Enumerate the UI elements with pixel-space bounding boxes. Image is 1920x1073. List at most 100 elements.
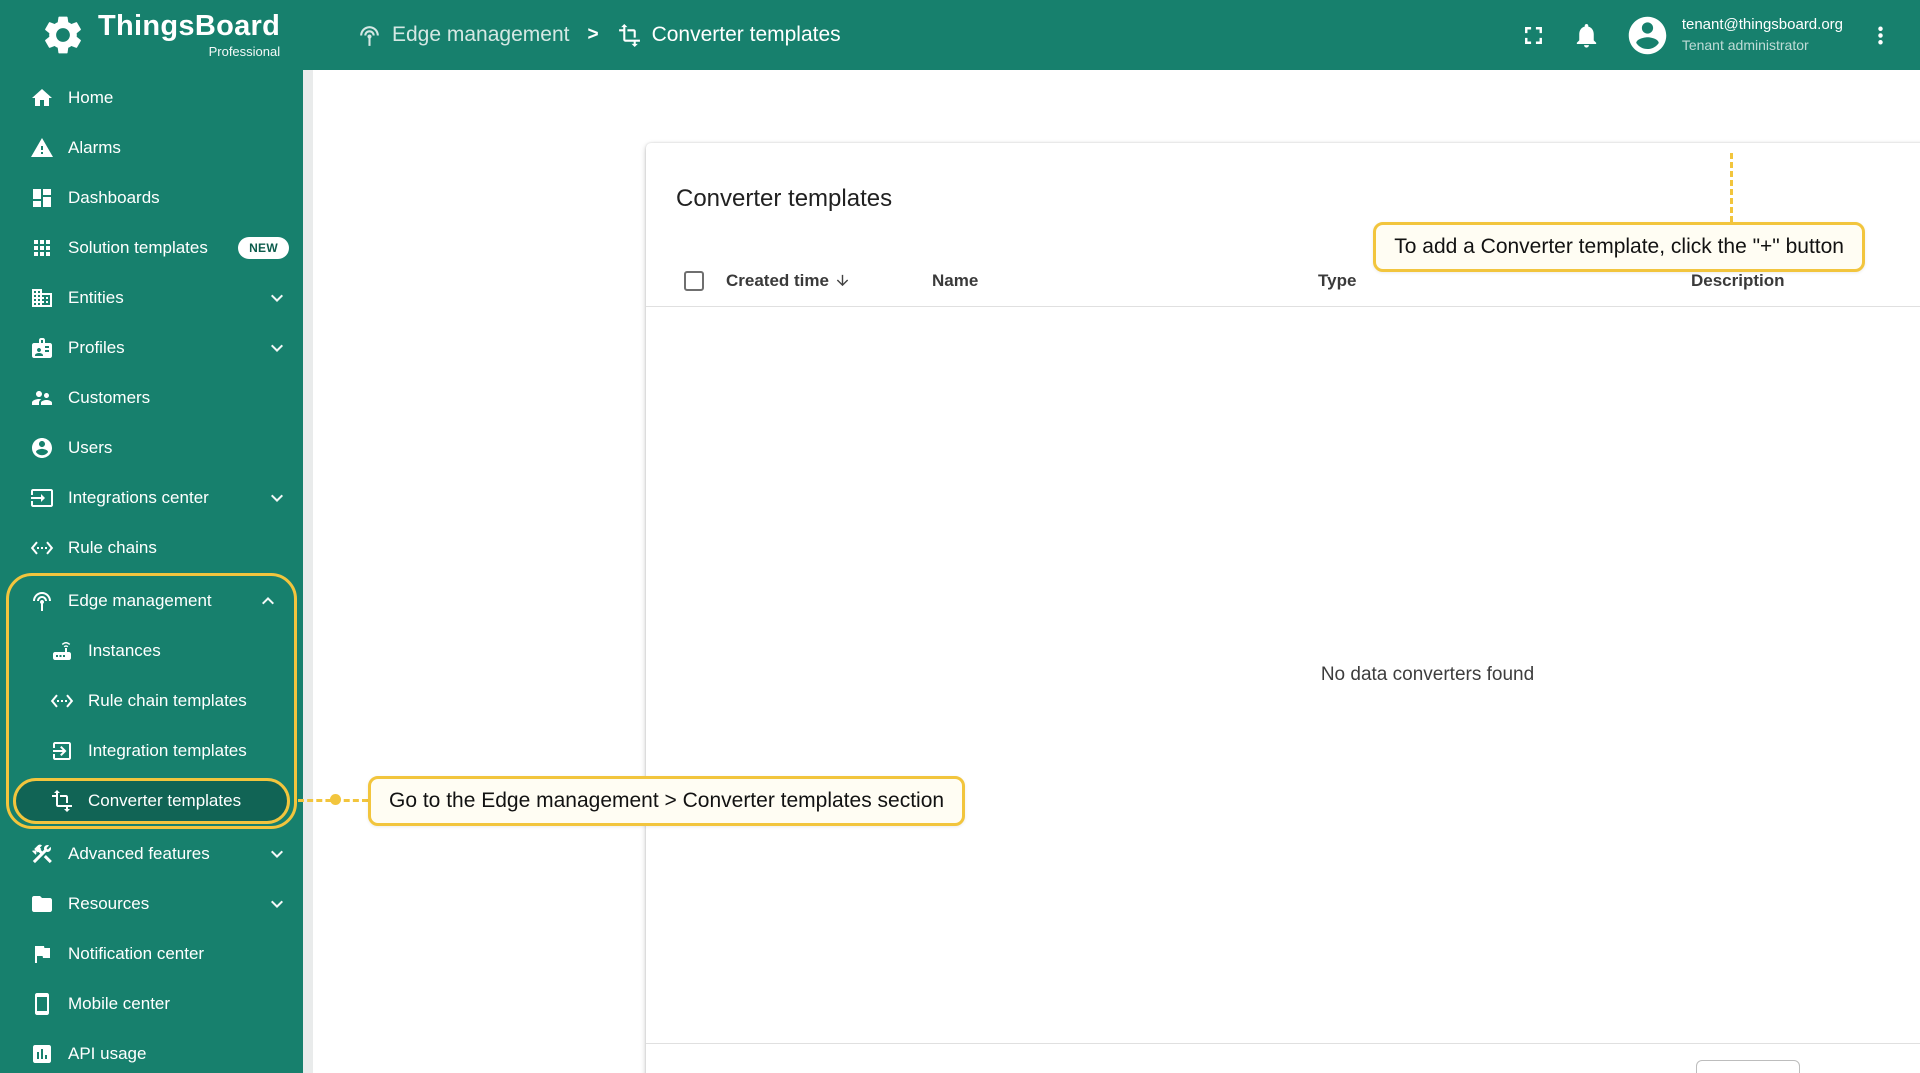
fullscreen-icon-wrap: [1519, 21, 1548, 50]
add-hint-text: To add a Converter template, click the "…: [1394, 235, 1844, 258]
converter-templates-card: Converter templates Created time Name Ty…: [646, 143, 1920, 1073]
nav-hint-dot: [330, 794, 341, 805]
sidebar-item-customers[interactable]: Customers: [0, 373, 303, 423]
integrations-center-icon: [31, 489, 53, 507]
top-header: ThingsBoard Professional Edge management…: [0, 0, 1920, 70]
sidebar-item-label: Mobile center: [68, 994, 171, 1013]
chevron-down-icon: [271, 344, 283, 352]
arrow-down-icon: [836, 274, 849, 287]
edge-management-icon: [360, 25, 379, 46]
sidebar-scrollbar[interactable]: [303, 70, 313, 1073]
instances-icon: [53, 642, 71, 660]
logo-mark: [40, 12, 86, 58]
logo-subtitle: Professional: [208, 43, 281, 59]
more-menu-button[interactable]: [1867, 22, 1894, 49]
sidebar-item-rule-chain-templates[interactable]: Rule chain templates: [9, 676, 294, 726]
user-role: Tenant administrator: [1681, 36, 1809, 53]
sidebar-item-alarms[interactable]: Alarms: [0, 123, 303, 173]
sidebar-item-solution-templates[interactable]: Solution templates NEW: [0, 223, 303, 273]
chevron-up-icon: [262, 597, 274, 605]
select-all-cell: [670, 270, 726, 291]
sidebar-item-label: Resources: [68, 894, 150, 913]
rule-chain-templates-icon: [50, 694, 74, 708]
column-header-created-time[interactable]: Created time: [726, 271, 932, 291]
avatar-icon: [1628, 16, 1667, 54]
logo-title: ThingsBoard: [98, 9, 281, 42]
sidebar-item-resources[interactable]: Resources: [0, 879, 303, 929]
add-hint-callout: To add a Converter template, click the "…: [1373, 222, 1865, 272]
chevron-down-icon: [271, 900, 283, 908]
user-menu[interactable]: tenant@thingsboard.org Tenant administra…: [1625, 13, 1843, 58]
column-header-type[interactable]: Type: [1318, 271, 1691, 291]
breadcrumb-item-converter-templates[interactable]: Converter templates: [617, 23, 841, 48]
notifications-icon-wrap: [1572, 21, 1601, 50]
sidebar-item-instances[interactable]: Instances: [9, 626, 294, 676]
breadcrumb-label: Edge management: [392, 23, 570, 46]
sidebar-item-dashboards[interactable]: Dashboards: [0, 173, 303, 223]
sidebar-item-label: Entities: [68, 288, 124, 307]
sidebar-item-label: Notification center: [68, 944, 205, 963]
sidebar-item-entities[interactable]: Entities: [0, 273, 303, 323]
table-empty-state: No data converters found: [646, 307, 1920, 1043]
empty-state-text: No data converters found: [1320, 664, 1535, 685]
edge-management-icon: [33, 592, 51, 611]
sidebar-item-profiles[interactable]: Profiles: [0, 323, 303, 373]
fullscreen-button[interactable]: [1519, 21, 1548, 50]
logo-text: ThingsBoard Professional: [98, 9, 281, 59]
logo[interactable]: ThingsBoard Professional: [0, 9, 313, 59]
sidebar-item-edge-management[interactable]: Edge management: [9, 576, 294, 626]
resources-icon: [32, 896, 52, 912]
column-label: Name: [932, 270, 979, 290]
entities-icon: [32, 289, 52, 307]
sidebar-item-users[interactable]: Users: [0, 423, 303, 473]
app-root: ThingsBoard Professional Edge management…: [0, 0, 1920, 1073]
select-all-checkbox[interactable]: [684, 270, 704, 291]
converter-templates-icon: [52, 790, 72, 812]
column-header-description[interactable]: Description: [1691, 271, 1920, 291]
user-info: tenant@thingsboard.org Tenant administra…: [1682, 15, 1843, 54]
dashboards-icon: [33, 189, 51, 207]
customers-icon: [32, 391, 52, 405]
sidebar-item-home[interactable]: Home: [0, 73, 303, 123]
sidebar-item-label: Converter templates: [88, 791, 242, 810]
sidebar-item-api-usage[interactable]: API usage: [0, 1029, 303, 1073]
integration-templates-icon: [53, 742, 71, 760]
edge-management-group: Edge management Instances Rule chain templ…: [6, 573, 297, 829]
sidebar-item-notification-center[interactable]: Notification center: [0, 929, 303, 979]
logo-gear-icon: [45, 16, 81, 54]
converter-templates-icon: [618, 23, 640, 47]
profiles-icon: [32, 338, 52, 358]
sort-arrow-wrap: [834, 272, 851, 289]
sidebar-item-label: Dashboards: [68, 188, 160, 207]
sidebar-item-label: Integration templates: [88, 741, 247, 760]
kebab-menu-icon: [1878, 26, 1883, 44]
sidebar-item-label: Solution templates: [68, 238, 208, 257]
breadcrumb-item-edge-management[interactable]: Edge management: [357, 23, 569, 48]
chevron-down-icon: [271, 494, 283, 502]
notification-center-icon: [35, 946, 50, 963]
sidebar-item-label: Customers: [68, 388, 151, 407]
breadcrumb-edge-icon-wrap: [357, 23, 382, 48]
column-header-name[interactable]: Name: [932, 271, 1318, 291]
page-title: Converter templates: [676, 185, 893, 212]
sidebar-item-label: Edge management: [68, 591, 212, 610]
sidebar-nav: Home Alarms Dashboards Solution templates NE…: [0, 70, 303, 1073]
sidebar-item-label: Alarms: [68, 138, 121, 157]
sidebar-item-label: Profiles: [68, 338, 125, 357]
sidebar-item-converter-templates[interactable]: Converter templates: [13, 778, 290, 824]
header-actions: tenant@thingsboard.org Tenant administra…: [1519, 13, 1920, 58]
solution-templates-icon: [34, 240, 50, 256]
sidebar-item-advanced-features[interactable]: Advanced features: [0, 829, 303, 879]
breadcrumb-separator: >: [587, 24, 599, 45]
sidebar-item-label: Rule chain templates: [88, 691, 247, 710]
sidebar-item-mobile-center[interactable]: Mobile center: [0, 979, 303, 1029]
sidebar-item-integration-templates[interactable]: Integration templates: [9, 726, 294, 776]
notifications-button[interactable]: [1572, 21, 1601, 50]
sidebar-item-integrations-center[interactable]: Integrations center: [0, 473, 303, 523]
sidebar-item-rule-chains[interactable]: Rule chains: [0, 523, 303, 573]
mobile-center-icon: [35, 993, 49, 1015]
items-per-page-select[interactable]: 10: [1696, 1059, 1801, 1073]
users-icon: [32, 438, 52, 458]
breadcrumb-label: Converter templates: [651, 23, 841, 46]
column-label: Type: [1318, 270, 1357, 290]
